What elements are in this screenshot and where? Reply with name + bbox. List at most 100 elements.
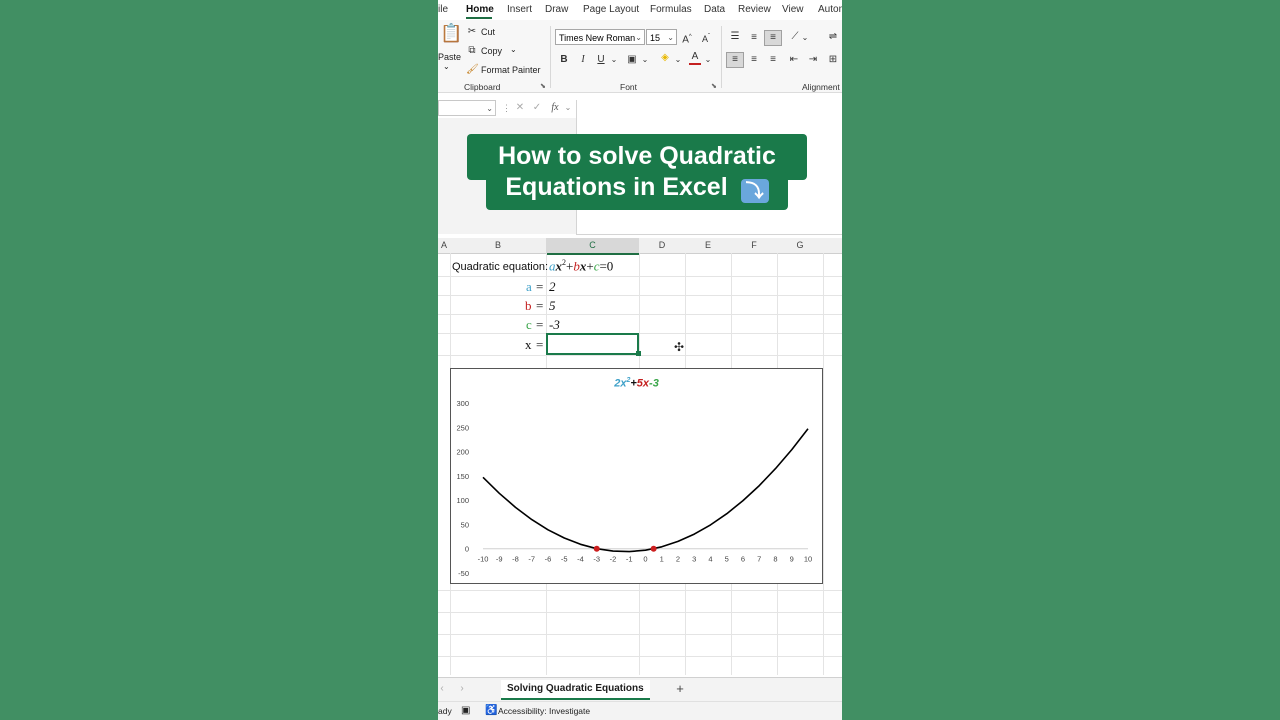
c-label: c xyxy=(526,317,532,332)
paste-icon[interactable]: 📋 xyxy=(440,24,462,48)
font-family-select[interactable]: Times New Roman ⌄ xyxy=(555,29,645,45)
accessibility-status[interactable]: Accessibility: Investigate xyxy=(498,706,590,716)
x-tick-label: -5 xyxy=(561,555,568,564)
y-tick-label: 200 xyxy=(456,448,469,457)
tab-data[interactable]: Data xyxy=(704,4,725,15)
equals-sign: = xyxy=(536,317,544,332)
quadratic-equation-label[interactable]: Quadratic equation: xyxy=(452,261,548,273)
column-header-e[interactable]: E xyxy=(685,238,731,254)
column-header-c[interactable]: C xyxy=(546,238,639,255)
column-header-b[interactable]: B xyxy=(450,238,546,254)
a-value-cell[interactable]: 2 xyxy=(549,279,556,295)
align-bottom-icon[interactable]: ≡ xyxy=(764,30,782,46)
align-center-icon[interactable]: ≡ xyxy=(747,53,761,67)
x-tick-label: -6 xyxy=(545,555,552,564)
tab-insert[interactable]: Insert xyxy=(507,4,532,15)
column-header-h[interactable] xyxy=(823,238,842,254)
tab-page-layout[interactable]: Page Layout xyxy=(583,4,639,15)
column-header-f[interactable]: F xyxy=(731,238,777,254)
font-size-select[interactable]: 15 ⌄ xyxy=(646,29,677,45)
align-top-icon[interactable]: ☰ xyxy=(728,30,742,44)
title-banner-line2: Equations in Excel ⤵ xyxy=(486,172,788,210)
x-tick-label: 0 xyxy=(643,555,647,564)
copy-dropdown-icon[interactable]: ⌄ xyxy=(510,45,517,54)
borders-dropdown-icon[interactable]: ⌄ xyxy=(641,53,649,67)
x-tick-label: 10 xyxy=(804,555,812,564)
font-launcher-icon[interactable]: ⬊ xyxy=(711,82,717,90)
series-line xyxy=(482,428,809,553)
copy-button[interactable]: Copy xyxy=(481,46,502,56)
bold-button[interactable]: B xyxy=(559,53,569,67)
b-value-cell[interactable]: 5 xyxy=(549,298,556,314)
x-tick-label: -1 xyxy=(626,555,633,564)
confirm-icon[interactable]: ✓ xyxy=(531,101,543,115)
fill-color-dropdown-icon[interactable]: ⌄ xyxy=(674,53,682,67)
italic-button[interactable]: I xyxy=(578,53,588,67)
sheet-tab-active[interactable]: Solving Quadratic Equations xyxy=(501,680,650,700)
x-tick-label: 9 xyxy=(790,555,794,564)
tab-automate[interactable]: Autom xyxy=(818,4,842,15)
arrow-down-right-icon: ⤵ xyxy=(740,179,769,203)
wrap-text-icon[interactable]: ⇌ xyxy=(826,30,840,44)
tab-draw[interactable]: Draw xyxy=(545,4,568,15)
grid-line xyxy=(438,333,842,334)
underline-button[interactable]: U xyxy=(596,53,606,67)
y-tick-label: 150 xyxy=(456,472,469,481)
insert-function-button[interactable]: fx xyxy=(548,101,562,115)
cancel-icon[interactable]: ✕ xyxy=(514,101,526,115)
borders-icon[interactable]: ▣ xyxy=(626,53,638,67)
tab-formulas[interactable]: Formulas xyxy=(650,4,692,15)
tab-home[interactable]: Home xyxy=(466,4,494,15)
copy-icon[interactable]: ⧉ xyxy=(466,44,478,58)
tab-file[interactable]: ile xyxy=(438,4,448,15)
accessibility-icon[interactable]: ♿ xyxy=(485,705,497,716)
x-tick-label: -3 xyxy=(593,555,600,564)
scissors-icon[interactable]: ✂ xyxy=(466,25,478,39)
chevron-down-icon: ⌄ xyxy=(667,33,674,42)
tab-view[interactable]: View xyxy=(782,4,804,15)
underline-dropdown-icon[interactable]: ⌄ xyxy=(610,53,618,67)
y-tick-label: 0 xyxy=(465,545,469,554)
column-header-a[interactable]: A xyxy=(438,238,450,254)
b-label: b xyxy=(525,298,532,313)
next-sheet-icon[interactable]: › xyxy=(458,682,466,696)
macro-record-icon[interactable]: ▣ xyxy=(461,705,470,716)
grid-line xyxy=(438,295,842,296)
font-color-icon[interactable]: A xyxy=(689,51,701,65)
add-sheet-icon[interactable]: + xyxy=(674,682,686,696)
column-header-g[interactable]: G xyxy=(777,238,823,254)
align-middle-icon[interactable]: ≡ xyxy=(747,31,761,45)
equals-sign: = xyxy=(536,298,544,313)
clipboard-launcher-icon[interactable]: ⬊ xyxy=(540,82,546,90)
decrease-font-icon[interactable]: Aˇ xyxy=(699,30,713,46)
increase-font-icon[interactable]: A^ xyxy=(680,30,694,47)
mouse-cursor-icon: ✣ xyxy=(674,340,685,354)
increase-indent-icon[interactable]: ⇥ xyxy=(806,53,820,67)
merge-center-icon[interactable]: ⊞ xyxy=(826,53,840,67)
fx-dropdown-icon[interactable]: ⌄ xyxy=(564,101,572,115)
name-box[interactable]: ⌄ xyxy=(438,100,496,116)
format-painter-button[interactable]: Format Painter xyxy=(481,65,541,75)
orientation-dropdown-icon[interactable]: ⌄ xyxy=(801,31,809,45)
prev-sheet-icon[interactable]: ‹ xyxy=(438,682,446,696)
font-color-dropdown-icon[interactable]: ⌄ xyxy=(704,53,712,67)
font-group-label: Font xyxy=(620,82,638,92)
format-painter-icon[interactable]: 🖌 xyxy=(466,63,479,77)
x-result-cell[interactable] xyxy=(546,333,639,355)
c-value-cell[interactable]: -3 xyxy=(549,317,560,333)
paste-dropdown-icon[interactable]: ⌄ xyxy=(443,62,450,71)
decrease-indent-icon[interactable]: ⇤ xyxy=(787,53,801,67)
quadratic-chart[interactable]: 2x2+5x-3 -50 0 50 100 150 200 250 300 -10 -9 -8 -7-… xyxy=(450,368,823,584)
fill-color-icon[interactable]: ◈ xyxy=(658,51,672,65)
x-tick-label: -8 xyxy=(512,555,519,564)
paste-label[interactable]: Paste xyxy=(438,52,461,62)
align-right-icon[interactable]: ≡ xyxy=(766,53,780,67)
cut-button[interactable]: Cut xyxy=(481,27,495,37)
x-label: x xyxy=(525,337,532,352)
tab-review[interactable]: Review xyxy=(738,4,771,15)
align-left-icon[interactable]: ≡ xyxy=(726,52,744,68)
quadratic-equation-formula[interactable]: ax2+bx+c=0 xyxy=(549,258,613,274)
x-tick-label: 4 xyxy=(708,555,712,564)
column-header-d[interactable]: D xyxy=(639,238,685,254)
fill-handle[interactable] xyxy=(636,351,641,356)
